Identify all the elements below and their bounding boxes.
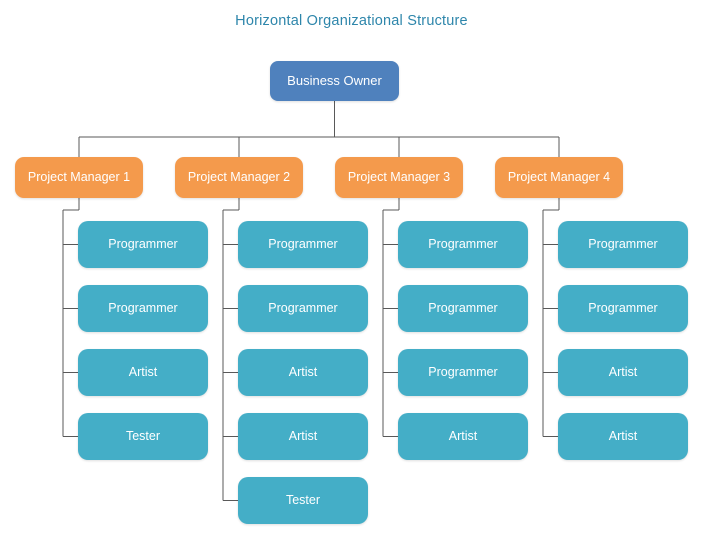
node-label: Project Manager 1 — [27, 169, 131, 184]
node-staff-3-1[interactable]: Programmer — [398, 221, 528, 268]
node-label: Artist — [448, 428, 478, 443]
node-label: Project Manager 2 — [187, 169, 291, 184]
page-title: Horizontal Organizational Structure — [235, 13, 468, 29]
node-project-manager-3[interactable]: Project Manager 3 — [335, 157, 463, 198]
node-label: Programmer — [428, 364, 498, 379]
node-label: Programmer — [108, 236, 178, 251]
node-label: Artist — [608, 364, 638, 379]
node-staff-2-1[interactable]: Programmer — [238, 221, 368, 268]
node-label: Project Manager 3 — [347, 169, 451, 184]
node-label: Artist — [288, 364, 318, 379]
node-staff-1-3[interactable]: Artist — [78, 349, 208, 396]
node-project-manager-1[interactable]: Project Manager 1 — [15, 157, 143, 198]
node-label: Tester — [125, 428, 161, 443]
node-label: Programmer — [268, 300, 338, 315]
node-label: Artist — [128, 364, 158, 379]
node-staff-2-2[interactable]: Programmer — [238, 285, 368, 332]
node-label: Artist — [608, 428, 638, 443]
node-project-manager-2[interactable]: Project Manager 2 — [175, 157, 303, 198]
node-label: Artist — [288, 428, 318, 443]
node-staff-3-2[interactable]: Programmer — [398, 285, 528, 332]
node-staff-4-1[interactable]: Programmer — [558, 221, 688, 268]
node-label: Programmer — [268, 236, 338, 251]
org-chart-canvas: Horizontal Organizational Structure Busi… — [0, 0, 703, 537]
node-label: Programmer — [428, 236, 498, 251]
node-label: Programmer — [428, 300, 498, 315]
node-staff-3-3[interactable]: Programmer — [398, 349, 528, 396]
node-label: Tester — [285, 492, 321, 507]
node-staff-1-1[interactable]: Programmer — [78, 221, 208, 268]
node-project-manager-4[interactable]: Project Manager 4 — [495, 157, 623, 198]
node-staff-2-3[interactable]: Artist — [238, 349, 368, 396]
node-label: Programmer — [588, 236, 658, 251]
node-staff-2-4[interactable]: Artist — [238, 413, 368, 460]
node-staff-4-4[interactable]: Artist — [558, 413, 688, 460]
node-label: Programmer — [108, 300, 178, 315]
node-staff-4-3[interactable]: Artist — [558, 349, 688, 396]
node-label: Business Owner — [287, 72, 382, 88]
node-staff-1-2[interactable]: Programmer — [78, 285, 208, 332]
node-staff-3-4[interactable]: Artist — [398, 413, 528, 460]
node-label: Project Manager 4 — [507, 169, 611, 184]
node-staff-2-5[interactable]: Tester — [238, 477, 368, 524]
node-business-owner[interactable]: Business Owner — [270, 61, 399, 101]
node-label: Programmer — [588, 300, 658, 315]
node-staff-4-2[interactable]: Programmer — [558, 285, 688, 332]
node-staff-1-4[interactable]: Tester — [78, 413, 208, 460]
